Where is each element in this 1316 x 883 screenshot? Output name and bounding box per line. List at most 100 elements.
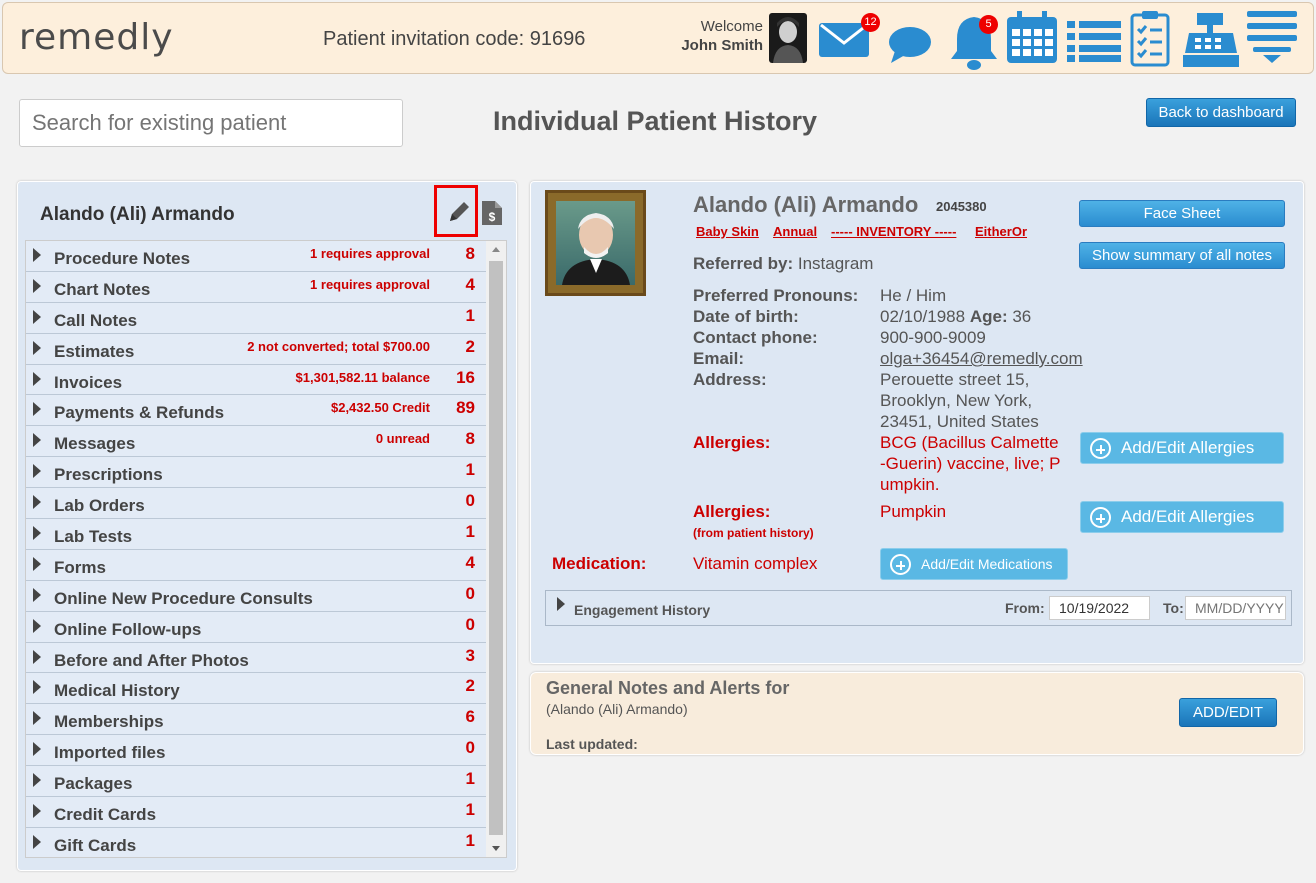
list-item[interactable]: Procedure Notes 1 requires approval 8 xyxy=(26,241,487,272)
expand-triangle-icon[interactable] xyxy=(33,649,41,664)
scroll-down-arrow-icon[interactable] xyxy=(492,846,500,851)
invitation-code: Patient invitation code: 91696 xyxy=(323,28,586,50)
scroll-up-arrow-icon[interactable] xyxy=(492,247,500,252)
expand-triangle-icon[interactable] xyxy=(33,495,41,510)
tag-annual[interactable]: Annual xyxy=(773,224,817,239)
list-item[interactable]: Chart Notes 1 requires approval 4 xyxy=(26,271,487,303)
add-edit-medications-button[interactable]: Add/Edit Medications xyxy=(880,548,1068,580)
pencil-icon[interactable] xyxy=(446,199,472,230)
expand-triangle-icon[interactable] xyxy=(33,402,41,417)
list-item[interactable]: Before and After Photos 3 xyxy=(26,642,487,674)
expand-triangle-icon[interactable] xyxy=(33,804,41,819)
list-item[interactable]: Lab Orders 0 xyxy=(26,488,487,520)
svg-text:$: $ xyxy=(489,210,496,224)
scroll-thumb[interactable] xyxy=(489,261,503,835)
page-title: Individual Patient History xyxy=(493,106,818,136)
list-item-label: Invoices xyxy=(54,372,123,392)
expand-triangle-icon[interactable] xyxy=(33,556,41,571)
expand-triangle-icon[interactable] xyxy=(33,433,41,448)
cash-register-icon[interactable] xyxy=(1183,13,1239,72)
medication-label: Medication: xyxy=(552,554,647,573)
list-item-count: 0 xyxy=(465,614,475,634)
invoice-dollar-icon[interactable]: $ xyxy=(481,200,503,231)
list-item-label: Memberships xyxy=(54,712,164,732)
checklist-icon[interactable] xyxy=(1129,9,1171,72)
list-item[interactable]: Call Notes 1 xyxy=(26,302,487,334)
expand-triangle-icon[interactable] xyxy=(33,278,41,293)
list-item[interactable]: Forms 4 xyxy=(26,549,487,581)
add-edit-allergies-button[interactable]: Add/Edit Allergies xyxy=(1080,432,1284,464)
expand-triangle-icon[interactable] xyxy=(33,834,41,849)
list-item-count: 1 xyxy=(465,522,475,542)
to-date-input[interactable] xyxy=(1185,596,1286,620)
list-item[interactable]: Invoices $1,301,582.11 balance 16 xyxy=(26,364,487,396)
pronouns-label: Preferred Pronouns: xyxy=(693,286,859,305)
address-value: Perouette street 15, Brooklyn, New York,… xyxy=(880,369,1039,432)
list-item-label: Call Notes xyxy=(54,310,138,330)
expand-triangle-icon[interactable] xyxy=(33,742,41,757)
expand-triangle-icon[interactable] xyxy=(33,340,41,355)
list-item[interactable]: Memberships 6 xyxy=(26,704,487,736)
email-link[interactable]: olga+36454@remedly.com xyxy=(880,348,1083,369)
show-summary-button[interactable]: Show summary of all notes xyxy=(1079,242,1285,269)
list-item[interactable]: Gift Cards 1 xyxy=(26,827,487,857)
list-item[interactable]: Packages 1 xyxy=(26,766,487,798)
list-item[interactable]: Estimates 2 not converted; total $700.00 2 xyxy=(26,333,487,365)
age-label: Age: xyxy=(969,307,1008,326)
list-item[interactable]: Medical History 2 xyxy=(26,673,487,705)
add-edit-notes-button[interactable]: ADD/EDIT xyxy=(1179,698,1277,727)
expand-triangle-icon[interactable] xyxy=(33,371,41,386)
list-item[interactable]: Payments & Refunds $2,432.50 Credit 89 xyxy=(26,395,487,427)
engagement-history-label[interactable]: Engagement History xyxy=(574,602,710,618)
expand-triangle-icon[interactable] xyxy=(33,587,41,602)
list-item[interactable]: Online Follow-ups 0 xyxy=(26,611,487,643)
face-sheet-button[interactable]: Face Sheet xyxy=(1079,200,1285,227)
list-item-count: 1 xyxy=(465,460,475,480)
expand-triangle-icon[interactable] xyxy=(33,680,41,695)
records-scrollbar[interactable] xyxy=(486,241,506,857)
address-line: Brooklyn, New York, xyxy=(880,391,1033,410)
menu-icon[interactable] xyxy=(1247,11,1297,70)
expand-triangle-icon[interactable] xyxy=(33,464,41,479)
back-to-dashboard-button[interactable]: Back to dashboard xyxy=(1146,98,1296,127)
dob-value: 02/10/1988 Age: 36 xyxy=(880,306,1031,327)
list-item[interactable]: Prescriptions 1 xyxy=(26,457,487,489)
list-item-label: Chart Notes xyxy=(54,279,151,299)
engagement-history: Engagement History From: To: xyxy=(545,590,1292,626)
list-item[interactable]: Lab Tests 1 xyxy=(26,519,487,550)
list-item-label: Procedure Notes xyxy=(54,249,191,268)
list-item-note: 1 requires approval xyxy=(310,276,430,292)
patient-photo[interactable] xyxy=(545,190,646,296)
phone-value: 900-900-9009 xyxy=(880,328,986,347)
expand-triangle-icon[interactable] xyxy=(33,711,41,726)
list-item[interactable]: Online New Procedure Consults 0 xyxy=(26,580,487,612)
expand-triangle-icon[interactable] xyxy=(33,773,41,788)
list-icon[interactable] xyxy=(1067,19,1121,68)
expand-triangle-icon[interactable] xyxy=(33,526,41,541)
tag-baby-skin[interactable]: Baby Skin xyxy=(696,224,759,239)
list-item[interactable]: Imported files 0 xyxy=(26,735,487,767)
expand-triangle-icon[interactable] xyxy=(33,248,41,262)
chat-icon[interactable] xyxy=(887,25,933,70)
expand-triangle-icon[interactable] xyxy=(557,597,565,611)
list-item-count: 8 xyxy=(465,429,475,449)
list-item-label: Packages xyxy=(54,774,133,794)
expand-triangle-icon[interactable] xyxy=(33,618,41,633)
expand-triangle-icon[interactable] xyxy=(33,309,41,324)
user-avatar[interactable] xyxy=(769,13,807,63)
address-label: Address: xyxy=(693,370,767,389)
list-item[interactable]: Credit Cards 1 xyxy=(26,797,487,828)
add-edit-allergies-history-button[interactable]: Add/Edit Allergies xyxy=(1080,501,1284,533)
from-label: From: xyxy=(1005,600,1045,616)
search-input[interactable] xyxy=(19,99,403,147)
list-item[interactable]: Messages 0 unread 8 xyxy=(26,426,487,458)
remedly-logo[interactable]: remedly xyxy=(19,17,174,58)
tag-inventory[interactable]: ----- INVENTORY ----- xyxy=(831,224,956,239)
allergies-value: BCG (Bacillus Calmette -Guerin) vaccine,… xyxy=(880,432,1060,495)
user-name: John Smith xyxy=(681,37,763,54)
list-item-count: 16 xyxy=(456,367,475,387)
calendar-icon[interactable] xyxy=(1005,11,1059,70)
tag-eitheror[interactable]: EitherOr xyxy=(975,224,1027,239)
address-line: 23451, United States xyxy=(880,412,1039,431)
from-date-input[interactable] xyxy=(1049,596,1150,620)
